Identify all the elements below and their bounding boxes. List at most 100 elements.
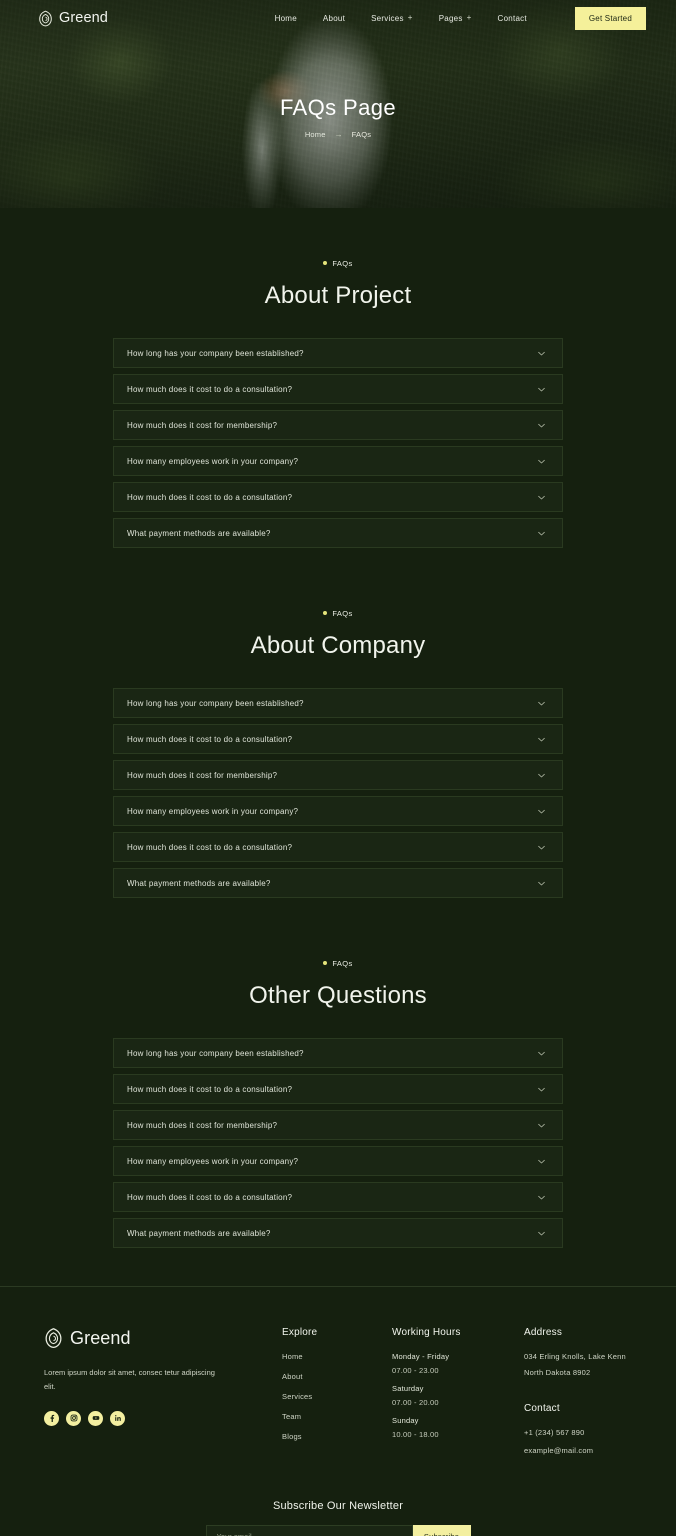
faq-question: How much does it cost to do a consultati… xyxy=(127,492,293,502)
section-header: FAQs About Project xyxy=(0,252,676,310)
faq-item[interactable]: How long has your company been establish… xyxy=(113,1038,563,1068)
chevron-down-icon xyxy=(538,881,545,885)
linkedin-icon xyxy=(114,1415,121,1422)
footer-columns: Greend Lorem ipsum dolor sit amet, conse… xyxy=(0,1327,676,1464)
faq-item[interactable]: What payment methods are available? xyxy=(113,868,563,898)
faq-question: How many employees work in your company? xyxy=(127,806,299,816)
nav-item-about[interactable]: About xyxy=(323,14,345,23)
faq-item[interactable]: How many employees work in your company? xyxy=(113,446,563,476)
footer-description: Lorem ipsum dolor sit amet, consec tetur… xyxy=(44,1368,215,1391)
contact-email[interactable]: example@mail.com xyxy=(524,1446,638,1455)
chevron-down-icon xyxy=(538,737,545,741)
footer-hours-column: Working Hours Monday - Friday 07.00 - 23… xyxy=(392,1327,524,1464)
hero-banner: Greend Home About Services + Pages + Con… xyxy=(0,0,676,208)
youtube-link[interactable] xyxy=(88,1410,103,1426)
faq-item[interactable]: What payment methods are available? xyxy=(113,1218,563,1248)
faq-item[interactable]: How much does it cost to do a consultati… xyxy=(113,1182,563,1212)
hero-content: FAQs Page Home → FAQs xyxy=(0,95,676,139)
footer-explore-column: Explore Home About Services Team Blogs xyxy=(282,1327,392,1464)
footer-logo[interactable]: Greend xyxy=(44,1327,282,1349)
footer-link-about[interactable]: About xyxy=(282,1372,392,1381)
nav-item-home[interactable]: Home xyxy=(275,14,297,23)
newsletter-email-input[interactable] xyxy=(205,1525,413,1536)
faq-section-about-project: FAQs About Project How long has your com… xyxy=(0,208,676,548)
faq-item[interactable]: How much does it cost to do a consultati… xyxy=(113,832,563,862)
nav-item-services[interactable]: Services + xyxy=(371,14,413,23)
footer-heading-contact: Contact xyxy=(524,1403,560,1414)
instagram-icon xyxy=(70,1414,77,1422)
section-eyebrow: FAQs xyxy=(323,609,352,618)
footer-link-blogs[interactable]: Blogs xyxy=(282,1432,392,1441)
linkedin-link[interactable] xyxy=(110,1410,125,1426)
faq-item[interactable]: How many employees work in your company? xyxy=(113,796,563,826)
faq-section-other-questions: FAQs Other Questions How long has your c… xyxy=(0,904,676,1248)
brand-logo[interactable]: Greend xyxy=(38,10,108,27)
bullet-dot-icon xyxy=(323,961,328,965)
chevron-down-icon xyxy=(538,1123,545,1127)
nav-item-pages[interactable]: Pages + xyxy=(439,14,472,23)
top-navbar: Greend Home About Services + Pages + Con… xyxy=(0,0,676,36)
footer-link-services[interactable]: Services xyxy=(282,1392,392,1401)
chevron-down-icon xyxy=(538,845,545,849)
faq-item[interactable]: How long has your company been establish… xyxy=(113,688,563,718)
faq-item[interactable]: How much does it cost to do a consultati… xyxy=(113,374,563,404)
footer-heading-explore: Explore xyxy=(282,1327,318,1338)
chevron-down-icon xyxy=(538,495,545,499)
nav-item-contact[interactable]: Contact xyxy=(498,14,527,23)
faq-item[interactable]: How much does it cost for membership? xyxy=(113,760,563,790)
facebook-icon xyxy=(50,1415,54,1423)
faq-item[interactable]: How much does it cost to do a consultati… xyxy=(113,724,563,754)
facebook-link[interactable] xyxy=(44,1410,59,1426)
hours-time: 07.00 - 20.00 xyxy=(392,1398,439,1407)
faq-item[interactable]: How many employees work in your company? xyxy=(113,1146,563,1176)
nav-item-label: About xyxy=(322,13,346,23)
faq-item[interactable]: How much does it cost for membership? xyxy=(113,410,563,440)
nav-item-label: Pages xyxy=(438,13,463,23)
chevron-down-icon xyxy=(538,531,545,535)
brand-name: Greend xyxy=(59,10,108,26)
subscribe-button[interactable]: Subscribe xyxy=(412,1525,471,1536)
faq-question: How much does it cost to do a consultati… xyxy=(127,1192,293,1202)
faq-item[interactable]: How much does it cost to do a consultati… xyxy=(113,1074,563,1104)
footer-link-home[interactable]: Home xyxy=(282,1352,392,1361)
nav-links: Home About Services + Pages + Contact Ge… xyxy=(275,6,646,30)
hours-row: Sunday 10.00 - 18.00 xyxy=(392,1416,524,1439)
chevron-down-icon xyxy=(538,1159,545,1163)
faq-question: How much does it cost to do a consultati… xyxy=(127,384,293,394)
faq-question: How long has your company been establish… xyxy=(127,698,304,708)
contact-phone[interactable]: +1 (234) 567 890 xyxy=(524,1428,638,1437)
chevron-down-icon xyxy=(538,1051,545,1055)
chevron-down-icon xyxy=(538,701,545,705)
hours-row: Monday - Friday 07.00 - 23.00 xyxy=(392,1352,524,1375)
section-eyebrow-label: FAQs xyxy=(332,608,353,618)
instagram-link[interactable] xyxy=(66,1410,81,1426)
faq-item[interactable]: How much does it cost for membership? xyxy=(113,1110,563,1140)
faq-question: How long has your company been establish… xyxy=(127,348,304,358)
chevron-down-icon xyxy=(538,459,545,463)
faq-item[interactable]: What payment methods are available? xyxy=(113,518,563,548)
plus-icon: + xyxy=(466,13,472,22)
faq-question: How much does it cost to do a consultati… xyxy=(127,734,293,744)
footer-link-team[interactable]: Team xyxy=(282,1412,392,1421)
address-line-2: North Dakota 8902 xyxy=(524,1368,591,1377)
faq-question: How much does it cost for membership? xyxy=(127,770,278,780)
chevron-down-icon xyxy=(538,387,545,391)
section-header: FAQs About Company xyxy=(0,602,676,660)
get-started-button[interactable]: Get Started xyxy=(574,6,646,30)
section-title: About Project xyxy=(264,282,412,309)
section-eyebrow: FAQs xyxy=(323,959,352,968)
nav-item-label: Services xyxy=(371,13,404,23)
breadcrumb-home[interactable]: Home xyxy=(305,130,326,139)
footer-heading-working-hours: Working Hours xyxy=(392,1327,461,1338)
faq-question: What payment methods are available? xyxy=(127,1228,271,1238)
faq-question: How many employees work in your company? xyxy=(127,456,299,466)
faq-item[interactable]: How much does it cost to do a consultati… xyxy=(113,482,563,512)
faq-item[interactable]: How long has your company been establish… xyxy=(113,338,563,368)
newsletter-title: Subscribe Our Newsletter xyxy=(272,1500,404,1512)
page-title: FAQs Page xyxy=(279,95,397,120)
faqs-page: Greend Home About Services + Pages + Con… xyxy=(0,0,676,1536)
youtube-icon xyxy=(92,1416,99,1421)
footer-brand-name: Greend xyxy=(70,1327,131,1348)
arrow-right-icon: → xyxy=(334,129,343,139)
chevron-down-icon xyxy=(538,1195,545,1199)
